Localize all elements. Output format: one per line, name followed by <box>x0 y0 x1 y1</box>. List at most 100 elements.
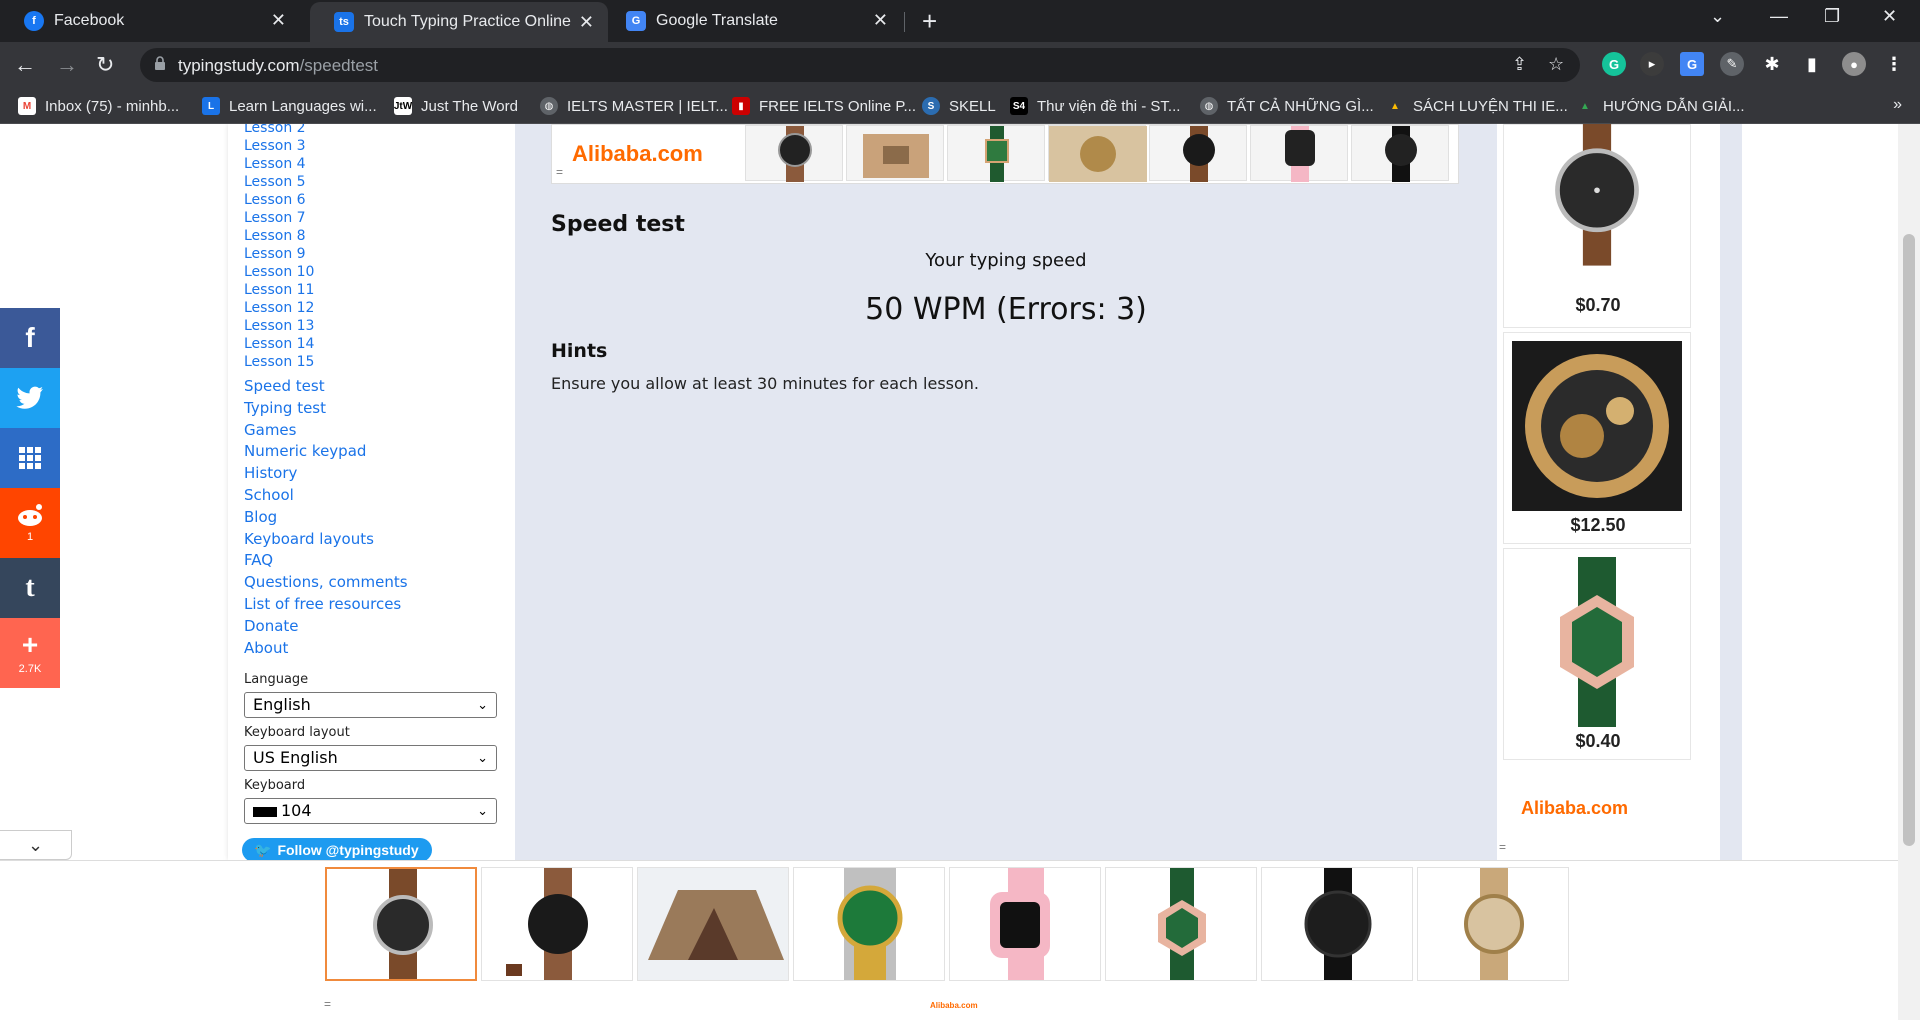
nav-history[interactable]: History <box>244 463 408 485</box>
lesson-link[interactable]: Lesson 5 <box>244 173 314 191</box>
nav-free-resources[interactable]: List of free resources <box>244 594 408 616</box>
nav-about[interactable]: About <box>244 638 408 660</box>
lesson-link[interactable]: Lesson 2 <box>244 124 314 137</box>
bookmark-star-icon[interactable]: ☆ <box>1548 54 1564 75</box>
lesson-link[interactable]: Lesson 9 <box>244 245 314 263</box>
ad-product-green-watch-icon[interactable] <box>947 125 1045 182</box>
nav-questions-comments[interactable]: Questions, comments <box>244 572 408 594</box>
side-panel-icon[interactable]: ▮ <box>1800 52 1824 76</box>
ad-menu-icon[interactable]: = <box>1499 840 1506 854</box>
share-twitter-button[interactable] <box>0 368 60 428</box>
nav-donate[interactable]: Donate <box>244 616 408 638</box>
lesson-link[interactable]: Lesson 13 <box>244 317 314 335</box>
close-icon[interactable]: ✕ <box>579 12 594 33</box>
share-tumblr-button[interactable]: t <box>0 558 60 618</box>
nav-games[interactable]: Games <box>244 420 408 442</box>
reload-button[interactable]: ↻ <box>96 52 114 78</box>
bottom-ad-product[interactable] <box>481 867 633 981</box>
bottom-ad-product[interactable] <box>1417 867 1569 981</box>
tab-typingstudy[interactable]: ts Touch Typing Practice Online ✕ <box>310 2 608 42</box>
bottom-ad-product[interactable] <box>637 867 789 981</box>
ad-product-gold-watch-icon[interactable] <box>1048 125 1147 182</box>
nav-faq[interactable]: FAQ <box>244 550 408 572</box>
keyboard-select[interactable]: 104 ⌄ <box>244 798 497 824</box>
bookmark-thu-vien[interactable]: S4 Thư viện đề thi - ST... <box>1010 96 1180 116</box>
extension-icon[interactable]: ▸ <box>1640 52 1664 76</box>
page-viewport: Lesson 2 Lesson 3 Lesson 4 Lesson 5 Less… <box>0 124 1920 1020</box>
forward-button[interactable]: → <box>56 52 78 78</box>
share-apps-button[interactable] <box>0 428 60 488</box>
nav-speed-test[interactable]: Speed test <box>244 376 408 398</box>
bookmark-huong-dan[interactable]: ▲ HƯỚNG DẪN GIẢI... <box>1576 96 1744 116</box>
ad-menu-icon[interactable]: = <box>324 997 331 1011</box>
share-reddit-button[interactable]: 1 <box>0 488 60 558</box>
avatar[interactable]: ● <box>1842 52 1866 76</box>
lesson-link[interactable]: Lesson 6 <box>244 191 314 209</box>
close-icon[interactable]: ✕ <box>873 10 888 31</box>
bottom-ad-product[interactable] <box>1105 867 1257 981</box>
tab-search-icon[interactable]: ⌄ <box>1710 6 1725 27</box>
twitter-icon: 🐦 <box>254 841 272 858</box>
language-select[interactable]: English ⌄ <box>244 692 497 718</box>
tab-google-translate[interactable]: G Google Translate ✕ <box>602 0 902 42</box>
google-translate-extension-icon[interactable]: G <box>1680 52 1704 76</box>
bookmark-free-ielts[interactable]: ▮ FREE IELTS Online P... <box>732 96 916 116</box>
nav-numeric-keypad[interactable]: Numeric keypad <box>244 441 408 463</box>
collapse-share-bar-button[interactable]: ⌄ <box>0 830 72 860</box>
restore-button[interactable]: ❐ <box>1824 6 1840 27</box>
follow-twitter-button[interactable]: 🐦 Follow @typingstudy <box>242 838 432 862</box>
nav-blog[interactable]: Blog <box>244 507 408 529</box>
bookmark-gmail[interactable]: M Inbox (75) - minhb... <box>18 96 179 116</box>
share-icon[interactable]: ⇪ <box>1512 54 1527 75</box>
share-facebook-button[interactable]: f <box>0 308 60 368</box>
minimize-button[interactable]: — <box>1770 6 1788 27</box>
share-more-button[interactable]: + 2.7K <box>0 618 60 688</box>
back-button[interactable]: ← <box>14 52 36 78</box>
more-bookmarks-icon[interactable]: » <box>1893 96 1902 114</box>
menu-icon[interactable]: ⋮ <box>1882 52 1906 76</box>
address-bar[interactable]: typingstudy.com/speedtest ⇪ ☆ <box>140 48 1580 82</box>
bookmark-ielts-master[interactable]: ◍ IELTS MASTER | IELT... <box>540 96 728 116</box>
bottom-ad-product[interactable] <box>949 867 1101 981</box>
lesson-link[interactable]: Lesson 10 <box>244 263 314 281</box>
grammarly-icon[interactable]: G <box>1602 52 1626 76</box>
bookmark-learn-languages[interactable]: L Learn Languages wi... <box>202 96 377 116</box>
bottom-ad-product[interactable] <box>793 867 945 981</box>
new-tab-button[interactable]: + <box>922 6 937 37</box>
close-icon[interactable]: ✕ <box>271 10 286 31</box>
lesson-link[interactable]: Lesson 14 <box>244 335 314 353</box>
bookmark-sach-luyen-thi[interactable]: ▲ SÁCH LUYỆN THI IE... <box>1386 96 1568 116</box>
bottom-ad-product[interactable] <box>1261 867 1413 981</box>
ad-menu-icon[interactable]: = <box>556 165 563 179</box>
ad-product-black-watch-icon[interactable] <box>1351 125 1449 182</box>
page-scrollbar[interactable] <box>1898 124 1920 1020</box>
nav-typing-test[interactable]: Typing test <box>244 398 408 420</box>
lesson-link[interactable]: Lesson 3 <box>244 137 314 155</box>
lesson-link[interactable]: Lesson 15 <box>244 353 314 371</box>
ad-product-pink-watch-icon[interactable] <box>1250 125 1348 182</box>
bookmark-skell[interactable]: S SKELL <box>922 96 996 116</box>
scrollbar-thumb[interactable] <box>1903 234 1915 846</box>
bookmark-just-the-word[interactable]: JtW Just The Word <box>394 96 518 116</box>
lesson-link[interactable]: Lesson 7 <box>244 209 314 227</box>
ad-product-card[interactable]: $12.50 <box>1503 332 1691 544</box>
extensions-puzzle-icon[interactable]: ✱ <box>1760 52 1784 76</box>
nav-school[interactable]: School <box>244 485 408 507</box>
ad-product-brown-watch-icon[interactable] <box>1149 125 1247 182</box>
ad-product-box-icon[interactable] <box>846 125 944 181</box>
lesson-link[interactable]: Lesson 8 <box>244 227 314 245</box>
lesson-link[interactable]: Lesson 4 <box>244 155 314 173</box>
nav-keyboard-layouts[interactable]: Keyboard layouts <box>244 529 408 551</box>
tab-facebook[interactable]: f Facebook ✕ <box>0 0 300 42</box>
bottom-ad-product[interactable] <box>325 867 477 981</box>
lesson-link[interactable]: Lesson 12 <box>244 299 314 317</box>
keyboard-layout-select[interactable]: US English ⌄ <box>244 745 497 771</box>
close-window-button[interactable]: ✕ <box>1882 6 1897 27</box>
ad-product-card[interactable]: $0.70 <box>1503 124 1691 328</box>
lesson-link[interactable]: Lesson 11 <box>244 281 314 299</box>
ad-product-card[interactable]: $0.40 <box>1503 548 1691 760</box>
bookmark-tat-ca[interactable]: ◍ TẤT CẢ NHỮNG GÌ... <box>1200 96 1374 116</box>
edit-extension-icon[interactable]: ✎ <box>1720 52 1744 76</box>
ad-product-watch-icon[interactable] <box>745 125 843 182</box>
top-ad-banner[interactable]: Alibaba.com = <box>551 124 1459 184</box>
